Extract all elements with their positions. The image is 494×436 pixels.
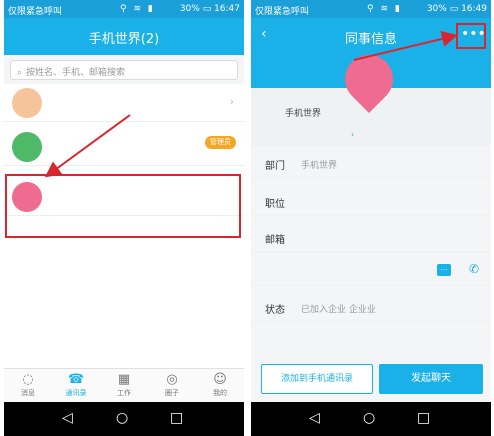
page-title: 同事信息 bbox=[344, 32, 397, 47]
tab-work[interactable]: ▦ 工作 bbox=[100, 372, 148, 398]
search-placeholder: 按姓名、手机、邮箱搜索 bbox=[26, 68, 126, 78]
search-input[interactable]: ⌕ 按姓名、手机、邮箱搜索 bbox=[10, 60, 238, 80]
contacts-icon: ☎ bbox=[67, 372, 85, 387]
back-nav-icon[interactable]: ◁ bbox=[309, 410, 320, 426]
info-header: 同事信息 bbox=[251, 18, 491, 55]
highlight-box bbox=[456, 23, 486, 49]
highlight-box bbox=[5, 174, 241, 238]
list-item[interactable]: › bbox=[4, 84, 244, 122]
android-nav-bar: ◁ ○ □ bbox=[251, 402, 491, 436]
grid-icon: ▦ bbox=[117, 372, 131, 387]
admin-badge: 管理员 bbox=[205, 136, 236, 149]
avatar bbox=[12, 88, 42, 118]
contacts-header: 手机世界(2) bbox=[4, 18, 244, 55]
recent-nav-icon[interactable]: □ bbox=[170, 410, 183, 426]
tab-contacts[interactable]: ☎ 通讯录 bbox=[52, 372, 100, 398]
chevron-right-icon: › bbox=[229, 95, 234, 108]
chat-icon: ◌ bbox=[22, 372, 34, 387]
add-to-contacts-button[interactable]: 添加到手机通讯录 bbox=[261, 364, 373, 394]
time-text: 30% ▭ 16:47 bbox=[179, 4, 240, 14]
user-icon: ☺ bbox=[213, 372, 227, 387]
android-nav-bar: ◁ ○ □ bbox=[4, 402, 244, 436]
status-icons: ⚲ ≋ ▮ bbox=[120, 4, 155, 14]
back-nav-icon[interactable]: ◁ bbox=[62, 410, 73, 426]
back-arrow-icon[interactable]: ‹ bbox=[261, 26, 267, 42]
contacts-screen: 仅限紧急呼叫 ⚲ ≋ ▮ 30% ▭ 16:47 手机世界(2) ⌕ 按姓名、手机… bbox=[4, 0, 244, 436]
tab-circle[interactable]: ◎ 圈子 bbox=[148, 372, 196, 398]
info-row-position: 职位 bbox=[251, 186, 491, 216]
avatar bbox=[12, 132, 42, 162]
colleague-info-screen: 仅限紧急呼叫 ⚲ ≋ ▮ 30% ▭ 16:49 同事信息 ‹ ••• 手机世界… bbox=[251, 0, 491, 436]
tab-me[interactable]: ☺ 我的 bbox=[196, 372, 244, 398]
info-row-status: 状态 已加入企业 企业业 bbox=[251, 292, 491, 322]
phone-icon[interactable]: ✆ bbox=[469, 262, 479, 276]
search-icon: ⌕ bbox=[17, 68, 23, 78]
status-icons: ⚲ ≋ ▮ bbox=[367, 4, 402, 14]
start-chat-button[interactable]: 发起聊天 bbox=[379, 364, 483, 394]
circle-icon: ◎ bbox=[166, 372, 178, 387]
recent-nav-icon[interactable]: □ bbox=[417, 410, 430, 426]
status-bar: 仅限紧急呼叫 ⚲ ≋ ▮ 30% ▭ 16:47 bbox=[4, 0, 244, 18]
home-nav-icon[interactable]: ○ bbox=[363, 410, 375, 426]
message-icon[interactable]: ··· bbox=[437, 264, 451, 276]
chevron-right-icon[interactable]: › bbox=[351, 130, 354, 139]
info-row-phone: ··· ✆ bbox=[251, 256, 491, 286]
company-name: 手机世界 bbox=[285, 109, 322, 119]
carrier-text: 仅限紧急呼叫 bbox=[8, 7, 63, 17]
info-row-email: 邮箱 bbox=[251, 222, 491, 252]
status-bar: 仅限紧急呼叫 ⚲ ≋ ▮ 30% ▭ 16:49 bbox=[251, 0, 491, 18]
tab-messages[interactable]: ◌ 消息 bbox=[4, 372, 52, 398]
carrier-text: 仅限紧急呼叫 bbox=[255, 7, 310, 17]
time-text: 30% ▭ 16:49 bbox=[426, 4, 487, 14]
bottom-tab-bar: ◌ 消息 ☎ 通讯录 ▦ 工作 ◎ 圈子 ☺ 我的 bbox=[4, 368, 244, 402]
page-title: 手机世界(2) bbox=[88, 32, 160, 47]
list-item[interactable]: 管理员 bbox=[4, 128, 244, 166]
home-nav-icon[interactable]: ○ bbox=[116, 410, 128, 426]
info-row-department: 部门 手机世界 bbox=[251, 148, 491, 178]
